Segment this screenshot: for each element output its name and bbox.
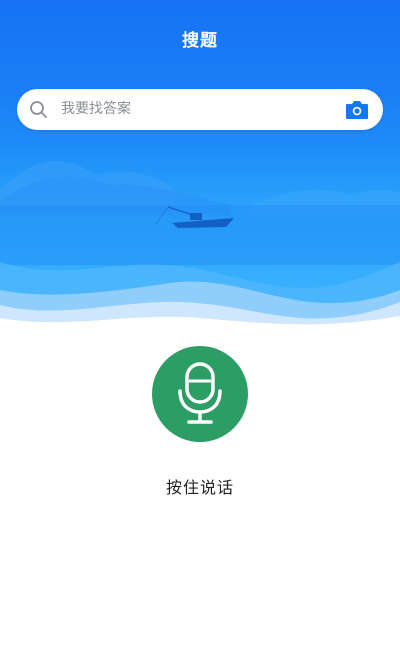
app-screen: 搜题 我要找答案 按住说话 (0, 0, 400, 660)
search-input[interactable]: 我要找答案 (61, 100, 131, 119)
hero-banner: 搜题 我要找答案 (0, 0, 400, 330)
search-icon (30, 101, 47, 118)
voice-record-button[interactable] (152, 346, 248, 442)
page-title: 搜题 (182, 31, 218, 51)
camera-icon[interactable] (345, 99, 369, 120)
microphone-icon (178, 362, 222, 424)
hold-to-talk-label: 按住说话 (165, 478, 234, 497)
search-bar[interactable]: 我要找答案 (17, 89, 383, 130)
